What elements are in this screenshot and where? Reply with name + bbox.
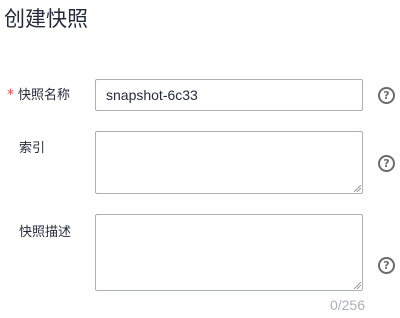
index-help-icon[interactable]: ?	[378, 155, 395, 172]
snapshot-description-label: 快照描述	[19, 225, 72, 240]
snapshot-name-label: 快照名称	[18, 88, 71, 103]
description-help-icon[interactable]: ?	[378, 257, 395, 274]
required-asterisk: *	[7, 87, 14, 103]
snapshot-name-label-group: * 快照名称	[7, 86, 70, 105]
page-title: 创建快照	[4, 7, 88, 31]
index-textarea-wrapper	[95, 131, 363, 194]
description-textarea-wrapper	[95, 214, 363, 291]
snapshot-description-textarea[interactable]	[96, 215, 362, 290]
snapshot-name-help-icon[interactable]: ?	[378, 87, 395, 104]
index-label: 索引	[19, 141, 46, 156]
character-counter: 0/256	[329, 297, 365, 313]
snapshot-name-input[interactable]	[95, 79, 363, 111]
index-textarea[interactable]	[96, 132, 362, 193]
